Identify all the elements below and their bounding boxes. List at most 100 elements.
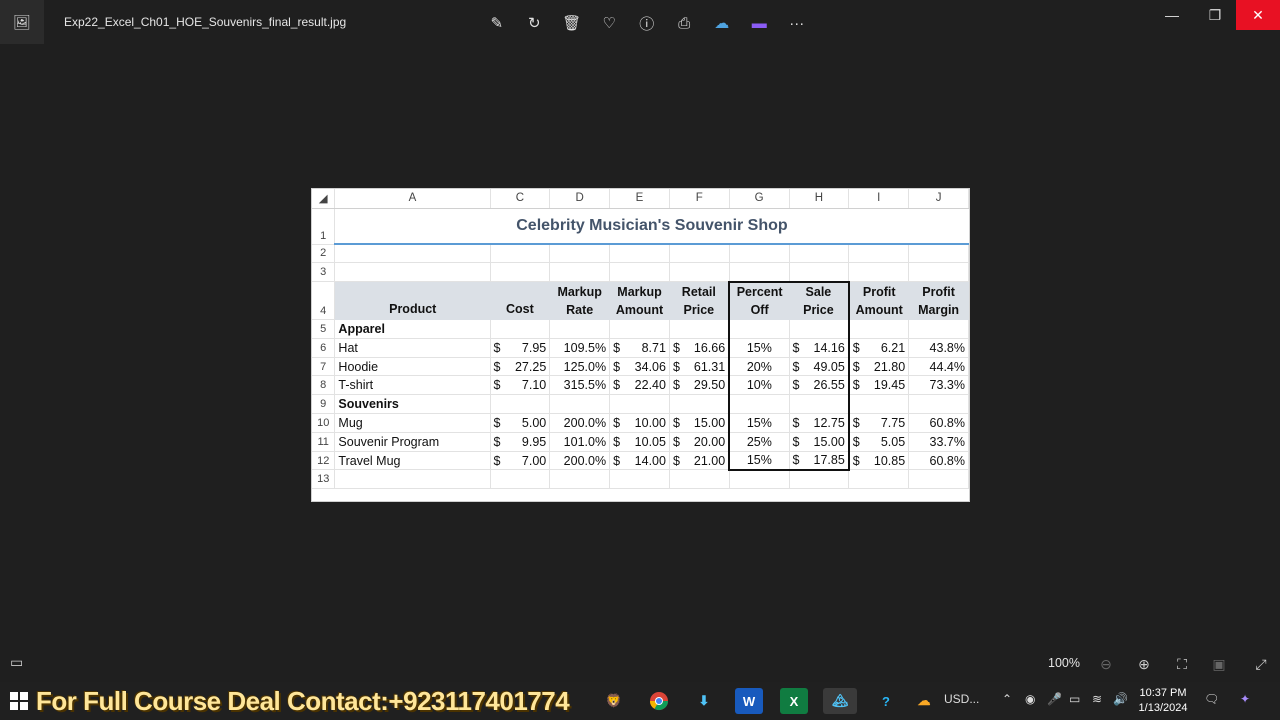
- cost-cell: $7.95: [490, 338, 551, 358]
- cost-cell: $9.95: [490, 432, 551, 452]
- cell-value: 21.00: [693, 453, 726, 468]
- cell-value: 34.06: [634, 359, 666, 374]
- file-title: Exp22_Excel_Ch01_HOE_Souvenirs_final_res…: [64, 15, 347, 29]
- cell-value: 10.00: [634, 415, 666, 430]
- print-icon[interactable]: ⎙: [666, 10, 704, 36]
- brave-icon[interactable]: 🦁: [600, 688, 628, 714]
- empty-cell: [848, 319, 910, 339]
- column-header: C: [490, 189, 551, 209]
- onedrive-icon[interactable]: ☁: [703, 10, 741, 36]
- wifi-icon[interactable]: ≋: [1092, 692, 1102, 706]
- empty-row: 13: [312, 469, 969, 490]
- photos-app-icon[interactable]: 🖼: [0, 0, 44, 44]
- percent-off-cell: 20%: [728, 357, 790, 377]
- column-header: D: [549, 189, 611, 209]
- promo-banner: For Full Course Deal Contact:+9231174017…: [36, 686, 570, 716]
- volume-icon[interactable]: 🔊: [1113, 692, 1128, 706]
- profit-amount-cell: $10.85: [848, 451, 910, 471]
- product-name: Souvenir Program: [334, 432, 491, 452]
- percent-off-cell: 25%: [728, 432, 790, 452]
- chevron-up-icon[interactable]: ⌃: [1002, 692, 1012, 706]
- close-button[interactable]: ✕: [1236, 0, 1280, 30]
- currency-symbol: $: [792, 359, 800, 374]
- rotate-icon[interactable]: ↻: [516, 10, 554, 36]
- profit-amount-cell: $7.75: [848, 413, 910, 433]
- microphone-icon[interactable]: 🎤: [1047, 692, 1062, 706]
- delete-icon[interactable]: 🗑: [553, 10, 591, 36]
- cost-cell: $5.00: [490, 413, 551, 433]
- cell-value: 61.31: [693, 359, 726, 374]
- empty-row: 2: [312, 244, 969, 264]
- currency-symbol: $: [493, 378, 501, 393]
- fit-to-window-icon[interactable]: ⛶: [1168, 652, 1196, 676]
- actual-size-icon[interactable]: ▣: [1205, 652, 1233, 676]
- photos-taskbar-icon[interactable]: 🏔: [823, 688, 857, 714]
- cell-value: 20.00: [693, 434, 726, 449]
- profit-margin-cell: 44.4%: [908, 357, 969, 377]
- camera-icon[interactable]: ◉: [1025, 692, 1035, 706]
- currency-symbol: $: [613, 340, 621, 355]
- zoom-out-icon[interactable]: ⊖: [1092, 652, 1120, 676]
- cell-value: 7.75: [880, 415, 906, 430]
- empty-cell: [549, 394, 611, 415]
- row-number: 9: [312, 394, 336, 415]
- weather-icon[interactable]: ☁: [910, 688, 938, 714]
- cell-value: 10.05: [634, 434, 666, 449]
- markup-amount-cell: $14.00: [609, 451, 670, 471]
- row-number: 5: [312, 319, 336, 339]
- filmstrip-icon[interactable]: ▭: [10, 654, 23, 671]
- currency-symbol: $: [613, 359, 621, 374]
- start-button[interactable]: [10, 692, 28, 710]
- edit-icon[interactable]: ✎: [478, 10, 516, 36]
- clock[interactable]: 10:37 PM 1/13/2024: [1136, 686, 1190, 716]
- fullscreen-icon[interactable]: ⤢: [1247, 652, 1275, 676]
- empty-cell: [669, 469, 730, 490]
- word-icon[interactable]: W: [735, 688, 763, 714]
- cell-value: 16.66: [693, 340, 726, 355]
- copilot-icon[interactable]: ✦: [1240, 692, 1250, 706]
- sale-price-cell: $17.85: [789, 451, 850, 471]
- empty-cell: [789, 469, 850, 490]
- chrome-icon[interactable]: [645, 688, 673, 714]
- info-icon[interactable]: ⓘ: [628, 10, 666, 36]
- currency-symbol: $: [493, 415, 501, 430]
- profit-margin-cell: 43.8%: [908, 338, 969, 358]
- zoom-level[interactable]: 100%: [1048, 656, 1080, 670]
- cell-value: 7.10: [521, 378, 547, 393]
- weather-text[interactable]: USD...: [944, 692, 979, 706]
- excel-icon[interactable]: X: [780, 688, 808, 714]
- markup-amount-cell: $10.00: [609, 413, 670, 433]
- table-row: 11 Souvenir Program $9.95 101.0% $10.05 $20.0…: [312, 432, 969, 452]
- group-label: Souvenirs: [334, 394, 491, 415]
- currency-symbol: $: [613, 434, 621, 449]
- cell-value: 27.25: [514, 359, 547, 374]
- product-name: Hat: [334, 338, 491, 358]
- zoom-in-icon[interactable]: ⊕: [1130, 652, 1158, 676]
- minimize-button[interactable]: —: [1150, 0, 1194, 30]
- profit-margin-cell: 60.8%: [908, 451, 969, 471]
- cell-value: 14.16: [813, 340, 845, 355]
- sale-price-cell: $49.05: [789, 357, 850, 377]
- currency-symbol: $: [672, 434, 680, 449]
- retail-price-cell: $21.00: [669, 451, 730, 471]
- sale-price-cell: $14.16: [789, 338, 850, 358]
- column-header: F: [669, 189, 730, 209]
- clipchamp-icon[interactable]: ▬: [741, 10, 779, 36]
- favorite-icon[interactable]: ♡: [591, 10, 629, 36]
- more-icon[interactable]: ···: [778, 10, 816, 36]
- empty-cell: [609, 319, 670, 339]
- battery-icon[interactable]: ▭: [1069, 692, 1080, 706]
- restore-button[interactable]: ❐: [1193, 0, 1237, 30]
- empty-cell: [490, 469, 551, 490]
- help-icon[interactable]: ?: [872, 688, 900, 714]
- table-row: 10 Mug $5.00 200.0% $10.00 $15.00 15% $12.75 $7.…: [312, 413, 969, 433]
- markup-rate-cell: 200.0%: [549, 451, 611, 471]
- table-row: 7 Hoodie $27.25 125.0% $34.06 $61.31 20% $49.05…: [312, 357, 969, 377]
- sale-price-cell: $12.75: [789, 413, 850, 433]
- notifications-icon[interactable]: 🗨: [1204, 692, 1219, 706]
- download-icon[interactable]: ⬇: [690, 688, 718, 714]
- currency-symbol: $: [852, 434, 860, 449]
- cost-cell: $7.00: [490, 451, 551, 471]
- empty-cell: [728, 319, 790, 339]
- currency-symbol: $: [792, 340, 800, 355]
